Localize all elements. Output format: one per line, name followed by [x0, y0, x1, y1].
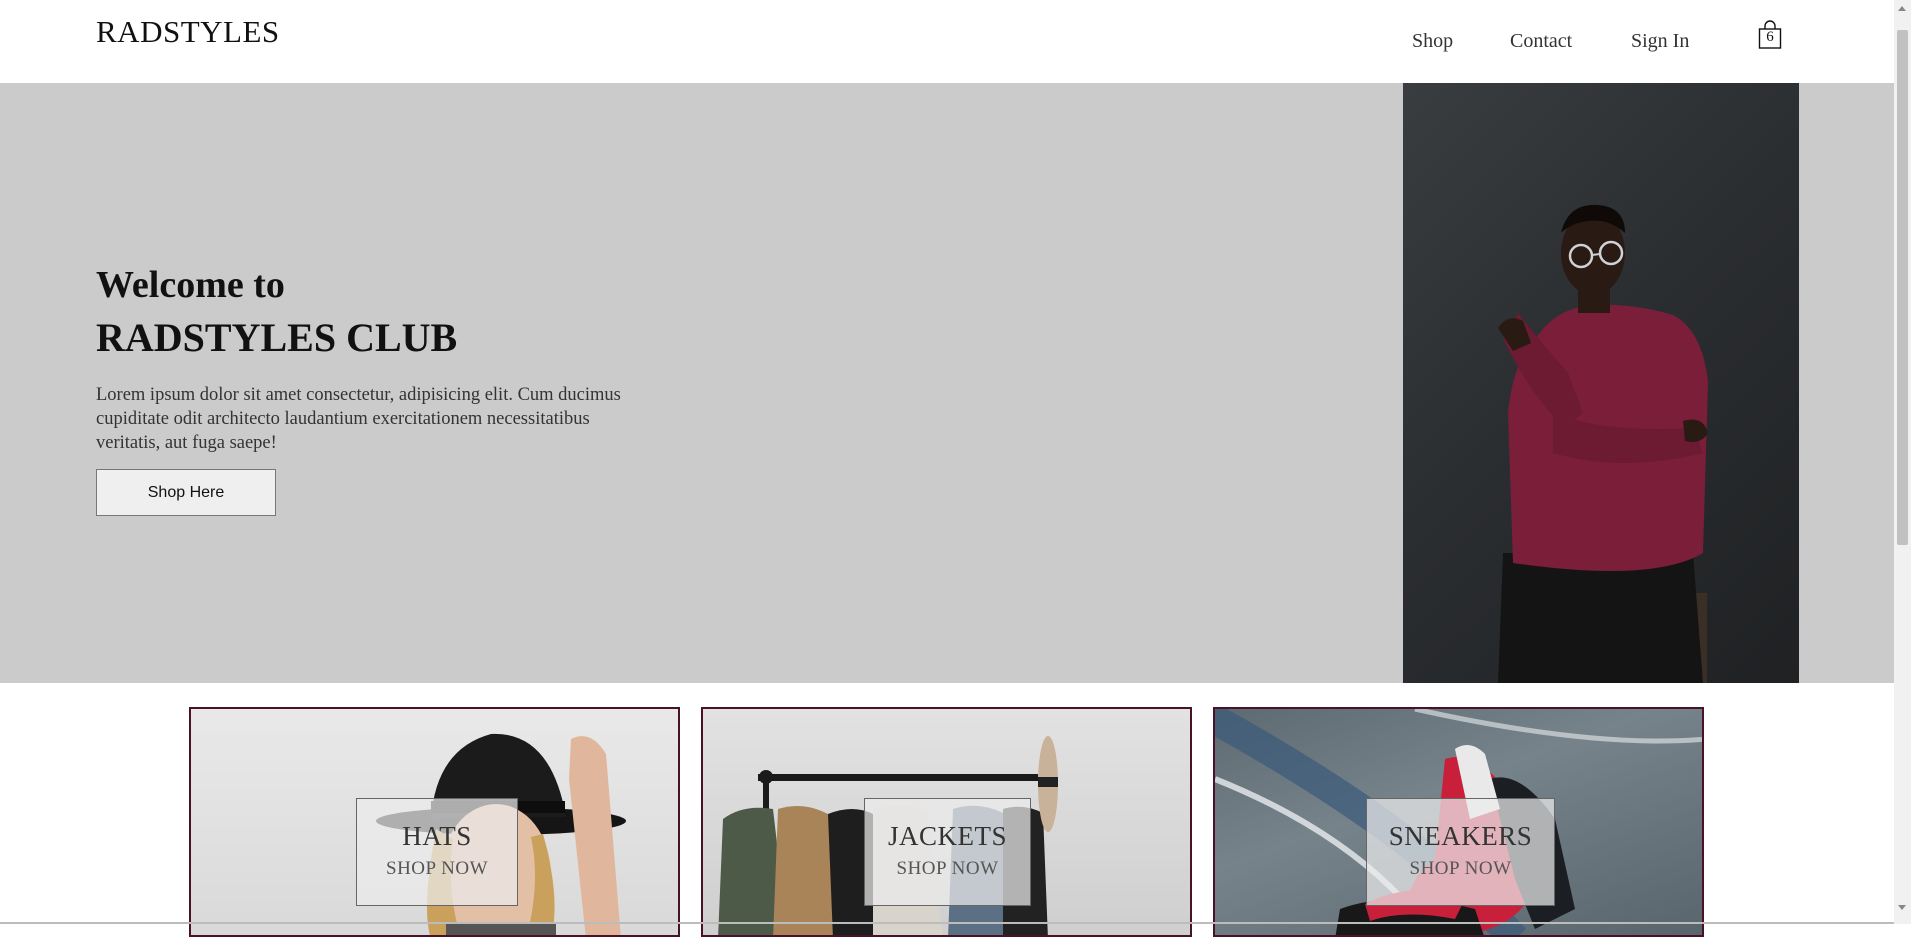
hats-label: HATS SHOP NOW	[356, 798, 518, 906]
shopping-bag-button[interactable]: 6	[1758, 20, 1782, 50]
model-photo-illustration	[1498, 204, 1708, 683]
scroll-up-arrow-icon[interactable]	[1898, 6, 1906, 11]
nav-contact-link[interactable]: Contact	[1510, 30, 1572, 53]
nav-shop-link[interactable]: Shop	[1412, 30, 1453, 53]
bag-count: 6	[1766, 29, 1774, 45]
hero-welcome-heading: Welcome to	[96, 264, 285, 306]
category-card-jackets[interactable]: JACKETS SHOP NOW	[701, 707, 1192, 937]
nav-sign-in-link[interactable]: Sign In	[1631, 30, 1689, 53]
hero-model-image	[1403, 83, 1799, 683]
jackets-label: JACKETS SHOP NOW	[864, 798, 1031, 906]
shop-now-link[interactable]: SHOP NOW	[1367, 858, 1554, 880]
hero-text: Welcome to RADSTYLES CLUB Lorem ipsum do…	[96, 263, 656, 516]
scrollbar-thumb[interactable]	[1897, 30, 1908, 545]
scroll-down-arrow-icon[interactable]	[1898, 905, 1906, 910]
category-title: SNEAKERS	[1388, 821, 1533, 851]
category-title: HATS	[402, 821, 472, 851]
shop-here-button[interactable]: Shop Here	[96, 469, 276, 516]
category-card-hats[interactable]: HATS SHOP NOW	[189, 707, 680, 937]
hero-description: Lorem ipsum dolor sit amet consectetur, …	[96, 385, 621, 453]
shop-now-link[interactable]: SHOP NOW	[357, 858, 517, 880]
site-header: RADSTYLES Shop Contact Sign In 6	[0, 0, 1894, 83]
sneakers-label: SNEAKERS SHOP NOW	[1366, 798, 1555, 906]
vertical-scrollbar[interactable]	[1894, 0, 1911, 924]
site-logo[interactable]: RADSTYLES	[96, 14, 280, 50]
category-card-sneakers[interactable]: SNEAKERS SHOP NOW	[1213, 707, 1704, 937]
shop-now-link[interactable]: SHOP NOW	[865, 858, 1030, 880]
hero-banner: Welcome to RADSTYLES CLUB Lorem ipsum do…	[0, 83, 1894, 683]
category-title: JACKETS	[887, 821, 1007, 851]
hero-club-heading: RADSTYLES CLUB	[96, 315, 458, 360]
